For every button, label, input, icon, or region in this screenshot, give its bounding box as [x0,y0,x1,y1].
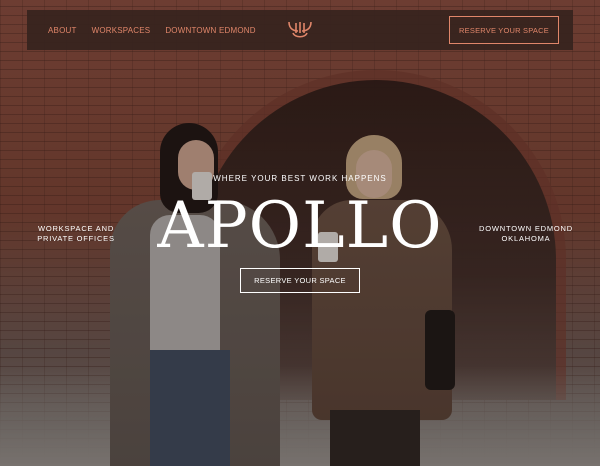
top-navbar: ABOUT WORKSPACES DOWNTOWN EDMOND RESERVE… [27,10,573,50]
nav-link-about[interactable]: ABOUT [48,26,77,35]
hero-left-caption-line2: PRIVATE OFFICES [37,234,115,243]
nav-link-downtown-edmond[interactable]: DOWNTOWN EDMOND [165,26,255,35]
hero-right-caption-line2: OKLAHOMA [501,234,551,243]
hero-right-caption: DOWNTOWN EDMOND OKLAHOMA [476,224,576,244]
nav-link-workspaces[interactable]: WORKSPACES [92,26,151,35]
hero-left-caption-line1: WORKSPACE AND [37,224,115,233]
apollo-lyre-icon[interactable] [287,19,313,41]
page: ABOUT WORKSPACES DOWNTOWN EDMOND RESERVE… [0,0,600,466]
nav-links: ABOUT WORKSPACES DOWNTOWN EDMOND [48,26,256,35]
hero-right-caption-line1: DOWNTOWN EDMOND [479,224,573,233]
hero-tagline: WHERE YOUR BEST WORK HAPPENS [213,174,387,183]
hero-left-caption: WORKSPACE AND PRIVATE OFFICES [36,224,116,244]
reserve-space-nav-button[interactable]: RESERVE YOUR SPACE [449,16,559,44]
reserve-space-hero-button[interactable]: RESERVE YOUR SPACE [240,268,360,293]
